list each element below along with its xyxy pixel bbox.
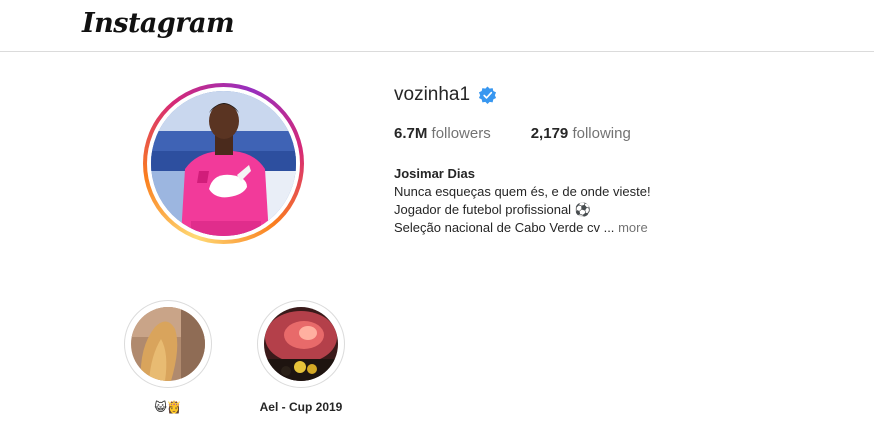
instagram-logo[interactable]: Instagram <box>82 8 235 39</box>
following-label: following <box>572 125 631 142</box>
highlight-label: Ael - Cup 2019 <box>259 400 343 414</box>
highlight-cover-image <box>264 307 338 381</box>
username: vozinha1 <box>394 84 471 105</box>
profile-bio: Josimar Dias Nunca esqueças quem és, e d… <box>394 165 651 237</box>
more-button[interactable]: more <box>618 220 648 235</box>
bio-line-truncated: Seleção nacional de Cabo Verde cv ... mo… <box>394 220 648 235</box>
story-highlight[interactable]: Ael - Cup 2019 <box>256 300 346 414</box>
following-count: 2,179 <box>530 125 569 142</box>
bio-line: Jogador de futebol profissional ⚽ <box>394 202 591 217</box>
followers-count: 6.7M <box>394 125 428 142</box>
profile-stats: 6.7M followers 2,179 following <box>394 125 671 142</box>
highlight-label: 😺👸 <box>154 400 182 414</box>
story-highlight[interactable]: 😺👸 <box>123 300 213 414</box>
bio-line: Nunca esqueças quem és, e de onde vieste… <box>394 184 651 199</box>
profile-header: vozinha1 <box>394 82 497 108</box>
verified-badge-icon <box>479 85 497 104</box>
display-name: Josimar Dias <box>394 166 475 181</box>
profile-photo <box>151 91 296 236</box>
profile-avatar-story-ring[interactable] <box>143 83 304 244</box>
followers-label: followers <box>431 125 491 142</box>
profile-avatar[interactable] <box>151 91 296 236</box>
followers-link[interactable]: 6.7M followers <box>394 125 491 142</box>
highlight-cover-image <box>131 307 205 381</box>
top-navigation-bar: Instagram <box>0 0 874 52</box>
following-link[interactable]: 2,179 following <box>531 125 631 142</box>
